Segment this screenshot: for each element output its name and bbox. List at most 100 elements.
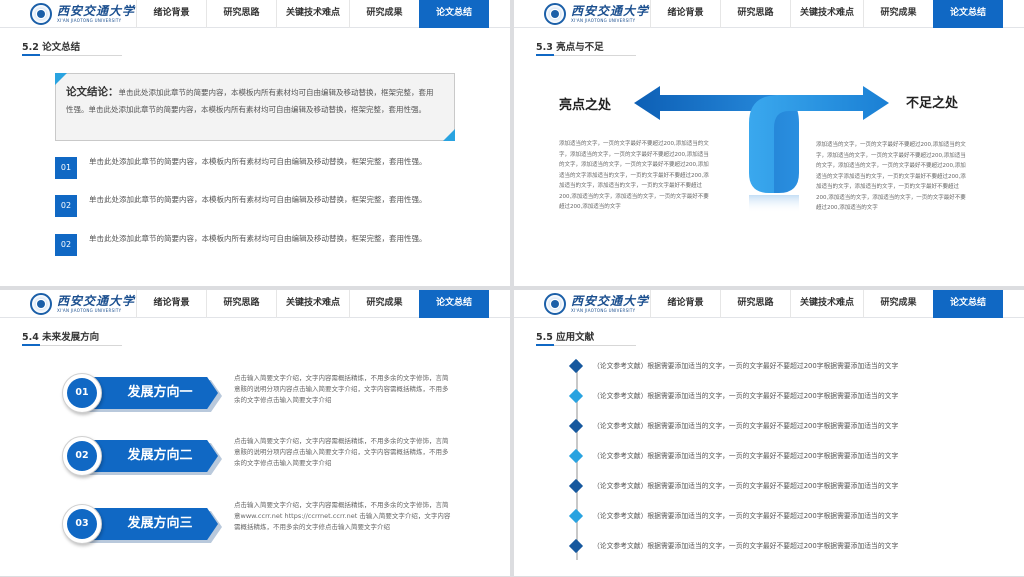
nav-tab-difficulties[interactable]: 关键技术难点 xyxy=(276,290,349,318)
section-divider xyxy=(22,344,122,346)
section-title: 5.2 论文总结 xyxy=(22,42,81,53)
seal-icon xyxy=(544,3,566,25)
header: 西安交通大学 XI'AN JIAOTONG UNIVERSITY 绪论背景 研究… xyxy=(0,290,510,318)
direction-label: 发展方向二 xyxy=(127,448,193,463)
direction-number: 01 xyxy=(67,378,97,408)
highlights-label: 亮点之处 xyxy=(559,98,612,113)
diamond-icon xyxy=(568,388,584,404)
reference-item: （论文参考文献）根据需要添加适当的文字，一页的文字最好不要超过200字根据需要添… xyxy=(568,418,1011,434)
nav-tab-results[interactable]: 研究成果 xyxy=(349,0,419,28)
reference-text: （论文参考文献）根据需要添加适当的文字，一页的文字最好不要超过200字根据需要添… xyxy=(593,362,899,370)
reflection xyxy=(749,195,799,213)
section-divider xyxy=(536,54,636,56)
direction-item: 发展方向二 02 点击输入简要文字介绍，文字内容需概括精炼，不用多余的文字修饰，… xyxy=(62,436,482,476)
highlights-text: 添加适当的文字，一页的文字最好不要超过200,添加适当的文字，添加适当的文字，一… xyxy=(559,141,709,210)
summary-item: 01 单击此处添加此章节的简要内容，本模板内所有素材均可自由编辑及移动替换，框架… xyxy=(55,155,455,185)
nav-tab-difficulties[interactable]: 关键技术难点 xyxy=(790,290,863,318)
brand-subtitle: XI'AN JIAOTONG UNIVERSITY xyxy=(571,18,636,23)
nav-tab-approach[interactable]: 研究思路 xyxy=(720,290,790,318)
nav-tab-summary[interactable]: 论文总结 xyxy=(933,0,1003,28)
summary-label: 论文结论： xyxy=(66,86,119,98)
reference-text: （论文参考文献）根据需要添加适当的文字，一页的文字最好不要超过200字根据需要添… xyxy=(593,392,899,400)
diamond-icon xyxy=(568,418,584,434)
summary-text: 单击此处添加此章节的简要内容，本模板内所有素材均可自由编辑及移动替换，框架完整，… xyxy=(66,88,434,114)
item-text: 单击此处添加此章节的简要内容，本模板内所有素材均可自由编辑及移动替换，框架完整，… xyxy=(89,234,427,243)
seal-icon xyxy=(30,3,52,25)
reference-text: （论文参考文献）根据需要添加适当的文字，一页的文字最好不要超过200字根据需要添… xyxy=(593,482,899,490)
item-text: 单击此处添加此章节的简要内容，本模板内所有素材均可自由编辑及移动替换，框架完整，… xyxy=(89,195,427,204)
reference-item: （论文参考文献）根据需要添加适当的文字，一页的文字最好不要超过200字根据需要添… xyxy=(568,538,1011,554)
nav-bar: 绪论背景 研究思路 关键技术难点 研究成果 论文总结 xyxy=(136,290,489,318)
shortcomings-label: 不足之处 xyxy=(906,96,959,111)
nav-tab-difficulties[interactable]: 关键技术难点 xyxy=(790,0,863,28)
seal-icon xyxy=(30,293,52,315)
direction-label: 发展方向三 xyxy=(127,516,193,531)
direction-text: 点击输入简要文字介绍，文字内容需概括精炼，不用多余的文字修饰，言简意www.cc… xyxy=(234,501,451,531)
section-divider xyxy=(22,54,122,56)
brand-subtitle: XI'AN JIAOTONG UNIVERSITY xyxy=(571,308,636,313)
direction-number-circle: 03 xyxy=(62,504,102,544)
reference-text: （论文参考文献）根据需要添加适当的文字，一页的文字最好不要超过200字根据需要添… xyxy=(593,542,899,550)
nav-tab-results[interactable]: 研究成果 xyxy=(863,0,933,28)
nav-tab-approach[interactable]: 研究思路 xyxy=(720,0,790,28)
section-title: 5.4 未来发展方向 xyxy=(22,332,100,343)
shortcomings-text: 添加适当的文字，一页的文字最好不要超过200,添加适当的文字，添加适当的文字，一… xyxy=(816,142,966,211)
university-logo: 西安交通大学 XI'AN JIAOTONG UNIVERSITY xyxy=(544,3,649,25)
reference-item: （论文参考文献）根据需要添加适当的文字，一页的文字最好不要超过200字根据需要添… xyxy=(568,358,1011,374)
nav-bar: 绪论背景 研究思路 关键技术难点 研究成果 论文总结 xyxy=(136,0,489,28)
direction-number: 03 xyxy=(67,509,97,539)
section-title: 5.3 亮点与不足 xyxy=(536,42,604,53)
direction-item: 发展方向一 01 点击输入简要文字介绍，文字内容需概括精炼，不用多余的文字修饰，… xyxy=(62,373,482,413)
brand-name: 西安交通大学 xyxy=(57,4,136,18)
nav-bar: 绪论背景 研究思路 关键技术难点 研究成果 论文总结 xyxy=(650,290,1003,318)
nav-tab-summary[interactable]: 论文总结 xyxy=(419,0,489,28)
item-number-badge: 02 xyxy=(55,195,77,217)
summary-item: 02 单击此处添加此章节的简要内容，本模板内所有素材均可自由编辑及移动替换，框架… xyxy=(55,232,455,262)
reference-item: （论文参考文献）根据需要添加适当的文字，一页的文字最好不要超过200字根据需要添… xyxy=(568,448,1011,464)
nav-tab-results[interactable]: 研究成果 xyxy=(349,290,419,318)
diamond-icon xyxy=(568,358,584,374)
slide-conclusion[interactable]: 西安交通大学 XI'AN JIAOTONG UNIVERSITY 绪论背景 研究… xyxy=(0,0,510,286)
nav-tab-approach[interactable]: 研究思路 xyxy=(206,0,276,28)
nav-tab-results[interactable]: 研究成果 xyxy=(863,290,933,318)
slide-references[interactable]: 西安交通大学 XI'AN JIAOTONG UNIVERSITY 绪论背景 研究… xyxy=(514,290,1024,576)
nav-tab-difficulties[interactable]: 关键技术难点 xyxy=(276,0,349,28)
reference-text: （论文参考文献）根据需要添加适当的文字，一页的文字最好不要超过200字根据需要添… xyxy=(593,452,899,460)
direction-number: 02 xyxy=(67,441,97,471)
diamond-icon xyxy=(568,478,584,494)
reference-item: （论文参考文献）根据需要添加适当的文字，一页的文字最好不要超过200字根据需要添… xyxy=(568,478,1011,494)
header: 西安交通大学 XI'AN JIAOTONG UNIVERSITY 绪论背景 研究… xyxy=(0,0,510,28)
nav-tab-background[interactable]: 绪论背景 xyxy=(136,0,206,28)
direction-item: 发展方向三 03 点击输入简要文字介绍，文字内容需概括精炼，不用多余的文字修饰，… xyxy=(62,501,482,544)
direction-number-circle: 02 xyxy=(62,436,102,476)
nav-tab-summary[interactable]: 论文总结 xyxy=(933,290,1003,318)
seal-icon xyxy=(544,293,566,315)
reference-text: （论文参考文献）根据需要添加适当的文字，一页的文字最好不要超过200字根据需要添… xyxy=(593,512,899,520)
university-logo: 西安交通大学 XI'AN JIAOTONG UNIVERSITY xyxy=(30,3,135,25)
nav-tab-background[interactable]: 绪论背景 xyxy=(650,290,720,318)
brand-subtitle: XI'AN JIAOTONG UNIVERSITY xyxy=(57,18,122,23)
item-number-badge: 02 xyxy=(55,234,77,256)
nav-tab-background[interactable]: 绪论背景 xyxy=(136,290,206,318)
nav-tab-approach[interactable]: 研究思路 xyxy=(206,290,276,318)
item-text: 单击此处添加此章节的简要内容，本模板内所有素材均可自由编辑及移动替换，框架完整，… xyxy=(89,157,427,166)
brand-name: 西安交通大学 xyxy=(571,4,650,18)
nav-tab-background[interactable]: 绪论背景 xyxy=(650,0,720,28)
nav-tab-summary[interactable]: 论文总结 xyxy=(419,290,489,318)
slide-highlights[interactable]: 西安交通大学 XI'AN JIAOTONG UNIVERSITY 绪论背景 研究… xyxy=(514,0,1024,286)
brand-name: 西安交通大学 xyxy=(571,294,650,308)
header: 西安交通大学 XI'AN JIAOTONG UNIVERSITY 绪论背景 研究… xyxy=(514,290,1024,318)
university-logo: 西安交通大学 XI'AN JIAOTONG UNIVERSITY xyxy=(30,293,135,315)
direction-text: 点击输入简要文字介绍，文字内容需概括精炼，不用多余的文字修饰，言简意赅的说明分项… xyxy=(234,437,449,467)
reference-item: （论文参考文献）根据需要添加适当的文字，一页的文字最好不要超过200字根据需要添… xyxy=(568,508,1011,524)
direction-text: 点击输入简要文字介绍，文字内容需概括精炼，不用多余的文字修饰，言简意赅的说明分项… xyxy=(234,374,449,404)
header: 西安交通大学 XI'AN JIAOTONG UNIVERSITY 绪论背景 研究… xyxy=(514,0,1024,28)
slide-future-directions[interactable]: 西安交通大学 XI'AN JIAOTONG UNIVERSITY 绪论背景 研究… xyxy=(0,290,510,576)
diamond-icon xyxy=(568,448,584,464)
slide-grid: 西安交通大学 XI'AN JIAOTONG UNIVERSITY 绪论背景 研究… xyxy=(0,0,1024,577)
item-number-badge: 01 xyxy=(55,157,77,179)
nav-bar: 绪论背景 研究思路 关键技术难点 研究成果 论文总结 xyxy=(650,0,1003,28)
diamond-icon xyxy=(568,538,584,554)
diamond-icon xyxy=(568,508,584,524)
section-divider xyxy=(536,344,636,346)
